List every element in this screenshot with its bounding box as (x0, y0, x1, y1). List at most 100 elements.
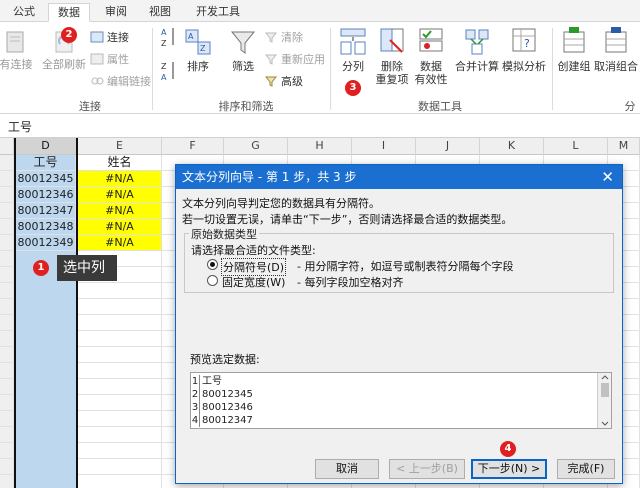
grid-cell[interactable] (78, 475, 162, 488)
ribbon-separator (330, 28, 331, 110)
connections-button[interactable]: 连接 (90, 28, 129, 46)
clear-icon (264, 32, 278, 43)
grid-cell[interactable] (78, 331, 162, 347)
grid-cell[interactable] (0, 219, 14, 235)
grid-cell[interactable] (0, 283, 14, 299)
column-header-m[interactable]: M (608, 138, 640, 155)
connection-icon (6, 31, 24, 53)
data-validation-button[interactable]: 数据 有效性 (412, 26, 450, 86)
properties-button[interactable]: 属性 (90, 50, 129, 68)
grid-cell[interactable] (0, 427, 14, 443)
grid-cell[interactable] (0, 443, 14, 459)
tab-formulas[interactable]: 公式 (6, 3, 42, 22)
group-label-connections: 连接 (79, 100, 101, 113)
ungroup-icon (605, 27, 627, 53)
grid-cell[interactable] (78, 379, 162, 395)
name-box[interactable]: 工号 (8, 118, 32, 135)
sort-az-icon: AZ (161, 28, 174, 48)
grid-cell[interactable] (0, 267, 14, 283)
grid-cell[interactable] (0, 331, 14, 347)
grid-cell[interactable] (0, 251, 14, 267)
sort-ascending-button[interactable]: AZ (160, 28, 181, 48)
grid-cell[interactable] (0, 379, 14, 395)
sort-descending-button[interactable]: ZA (160, 62, 181, 82)
reapply-icon (264, 54, 278, 65)
remove-duplicates-button[interactable]: 删除 重复项 (372, 26, 412, 86)
column-header-h[interactable]: H (288, 138, 352, 155)
original-data-type-legend: 原始数据类型 (189, 226, 259, 242)
tab-review[interactable]: 审阅 (96, 3, 136, 22)
grid-cell[interactable] (0, 475, 14, 488)
name-cell[interactable]: #N/A (78, 203, 162, 219)
svg-text:Z: Z (161, 62, 167, 71)
choose-type-label: 请选择最合适的文件类型: (191, 244, 316, 257)
grid-cell[interactable] (78, 315, 162, 331)
grid-cell[interactable] (0, 363, 14, 379)
grid-cell[interactable] (78, 283, 162, 299)
consolidate-button[interactable]: 合并计算 (452, 26, 502, 73)
preview-area[interactable]: 1 工号 2 80012345 3 80012346 4 80012347 (190, 372, 612, 429)
grid-cell[interactable] (78, 347, 162, 363)
grid-cell[interactable] (0, 315, 14, 331)
grid-cell[interactable] (0, 187, 14, 203)
tab-view[interactable]: 视图 (142, 3, 178, 22)
grid-cell[interactable] (78, 427, 162, 443)
preview-scrollbar[interactable] (597, 373, 611, 428)
text-to-columns-icon (340, 28, 366, 55)
column-header-f[interactable]: F (162, 138, 224, 155)
svg-text:A: A (161, 28, 167, 37)
svg-text:Z: Z (161, 39, 167, 48)
column-header-g[interactable]: G (224, 138, 288, 155)
name-cell[interactable]: #N/A (78, 219, 162, 235)
close-icon[interactable]: ✕ (601, 168, 614, 186)
delimited-radio[interactable] (207, 259, 218, 270)
header-name[interactable]: 姓名 (78, 155, 162, 171)
fixed-width-radio[interactable] (207, 275, 218, 286)
name-cell[interactable]: #N/A (78, 187, 162, 203)
grid-cell[interactable] (78, 411, 162, 427)
back-button[interactable]: < 上一步(B) (389, 459, 465, 479)
grid-cell[interactable] (0, 155, 14, 171)
tab-developer[interactable]: 开发工具 (186, 3, 250, 22)
next-button[interactable]: 下一步(N) > (471, 459, 547, 479)
column-header-k[interactable]: K (480, 138, 544, 155)
what-if-analysis-button[interactable]: ? 模拟分析 (500, 26, 548, 73)
column-header-i[interactable]: I (352, 138, 416, 155)
grid-cell[interactable] (0, 235, 14, 251)
group-button[interactable]: 创建组 (554, 26, 594, 73)
grid-cell[interactable] (0, 347, 14, 363)
formula-bar: 工号 (0, 114, 640, 138)
grid-cell[interactable] (0, 395, 14, 411)
clear-filter-button[interactable]: 清除 (264, 28, 303, 46)
grid-cell[interactable] (78, 363, 162, 379)
ungroup-button[interactable]: 取消组合 (594, 26, 638, 73)
edit-links-button[interactable]: 编辑链接 (90, 72, 151, 90)
grid-cell[interactable] (0, 299, 14, 315)
tab-data[interactable]: 数据 (48, 3, 90, 22)
column-header-j[interactable]: J (416, 138, 480, 155)
fixed-width-label[interactable]: 固定宽度(W) (222, 274, 285, 290)
filter-button[interactable]: 筛选 (226, 28, 260, 73)
finish-button[interactable]: 完成(F) (557, 459, 615, 479)
name-cell[interactable]: #N/A (78, 171, 162, 187)
grid-cell[interactable] (78, 459, 162, 475)
text-to-columns-button[interactable]: 分列 (336, 26, 370, 73)
step-badge-4: 4 (500, 441, 516, 457)
column-header-l[interactable]: L (544, 138, 608, 155)
sort-button[interactable]: AZ 排序 (182, 28, 214, 73)
step-badge-2: 2 (61, 27, 77, 43)
reapply-button[interactable]: 重新应用 (264, 50, 325, 68)
grid-cell[interactable] (0, 203, 14, 219)
grid-cell[interactable] (78, 299, 162, 315)
advanced-filter-button[interactable]: 高级 (264, 72, 303, 90)
name-cell[interactable]: #N/A (78, 235, 162, 251)
grid-cell[interactable] (0, 171, 14, 187)
grid-cell[interactable] (0, 411, 14, 427)
cancel-button[interactable]: 取消 (315, 459, 379, 479)
existing-connections-button[interactable]: 有连接 (0, 28, 38, 71)
preview-row: 4 80012347 (191, 414, 597, 427)
grid-cell[interactable] (0, 459, 14, 475)
grid-cell[interactable] (78, 443, 162, 459)
grid-cell[interactable] (78, 395, 162, 411)
column-header-e[interactable]: E (78, 138, 162, 155)
